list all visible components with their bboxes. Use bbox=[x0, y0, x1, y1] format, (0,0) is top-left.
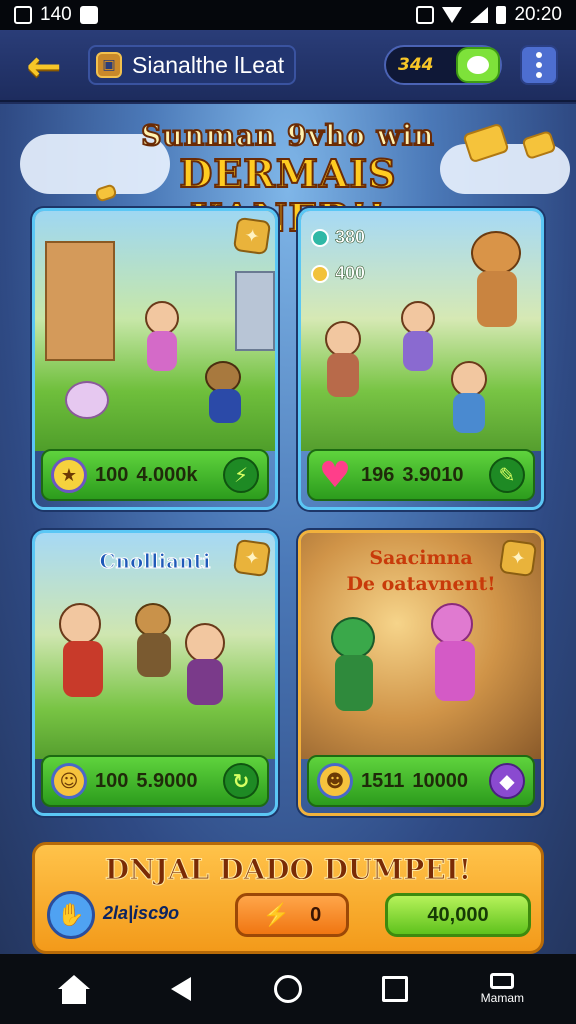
top-stat-row: 400 bbox=[311, 263, 365, 284]
signal-icon bbox=[470, 7, 489, 23]
card-stat-bar: ☻ 1511 10000 ◆ bbox=[307, 755, 535, 807]
gem-icon bbox=[311, 228, 329, 247]
card-stat-bar: ☺ 100 5.9000 ↻ bbox=[41, 755, 269, 807]
mute-icon bbox=[416, 6, 435, 24]
card-stat-bar: ★ 100 4.000k ⚡ bbox=[41, 449, 269, 501]
app-header: ← ▣ Sianalthe lLeat 344 bbox=[0, 30, 576, 102]
card-stat-a: 100 bbox=[95, 463, 129, 486]
coin-icon bbox=[311, 264, 329, 283]
reward-card[interactable]: Saacimna De oatavnent! ✦ ☻ 1511 10000 ◆ bbox=[298, 530, 544, 816]
daily-deal-banner: DNJAL DADO DUMPEI! ✋ 2la|isc9o ⚡ 0 40,00… bbox=[32, 842, 544, 954]
building-decoration bbox=[235, 271, 275, 351]
buy-button[interactable]: 40,000 bbox=[385, 893, 531, 937]
back-button[interactable]: ← bbox=[18, 40, 70, 90]
system-nav-bar: Mamam bbox=[0, 954, 576, 1024]
nav-back-button[interactable] bbox=[151, 964, 211, 1014]
circle-icon bbox=[273, 975, 302, 1003]
title-box: ▣ Sianalthe lLeat bbox=[88, 45, 297, 85]
heart-icon: ♥ bbox=[318, 454, 352, 496]
menu-icon bbox=[490, 973, 515, 989]
dot-icon bbox=[536, 52, 542, 58]
headline-line-1: Sunman 9vho win bbox=[140, 119, 435, 153]
battery-icon bbox=[496, 6, 507, 24]
chat-bubble-icon bbox=[467, 56, 489, 74]
wifi-icon bbox=[442, 7, 463, 23]
star-badge-icon: ✦ bbox=[232, 216, 272, 256]
buy-price: 40,000 bbox=[427, 903, 489, 926]
event-headline: Sunman 9vho win DERMAIS KANER!! bbox=[120, 119, 456, 241]
reward-card[interactable]: Cnollianti ✦ ☺ 100 5.9000 ↻ bbox=[32, 530, 278, 816]
nav-menu-label: Mamam bbox=[480, 991, 525, 1005]
energy-button[interactable]: ⚡ 0 bbox=[235, 893, 349, 937]
coin-count: 344 bbox=[398, 55, 434, 75]
card-stat-bar: ♥ 196 3.9010 ✎ bbox=[307, 449, 535, 501]
status-time-right: 20:20 bbox=[514, 4, 562, 25]
swirl-icon[interactable]: ↻ bbox=[223, 763, 259, 799]
home-icon bbox=[57, 974, 90, 989]
banner-title: DNJAL DADO DUMPEI! bbox=[104, 853, 472, 887]
card-stat-b: 3.9010 bbox=[402, 463, 464, 486]
card-stat-a: 1511 bbox=[361, 769, 405, 792]
card-title-line-2: De oatavnent! bbox=[346, 573, 496, 595]
nav-home-circle-button[interactable] bbox=[258, 964, 318, 1014]
status-time-left: 140 bbox=[40, 4, 72, 25]
currency-display[interactable]: 344 bbox=[384, 45, 502, 85]
card-stat-b: 4.000k bbox=[136, 463, 198, 486]
card-stat-a: 100 bbox=[95, 769, 129, 792]
back-icon bbox=[170, 977, 191, 1001]
top-stat-1: 380 bbox=[335, 227, 366, 248]
smiley-icon: ☺ bbox=[51, 763, 87, 799]
card-stat-b: 5.9000 bbox=[136, 769, 198, 792]
energy-value: 0 bbox=[310, 903, 322, 926]
square-icon bbox=[382, 976, 409, 1002]
dot-icon bbox=[536, 72, 542, 78]
card-stat-a: 196 bbox=[361, 463, 395, 486]
star-badge-icon: ✦ bbox=[498, 538, 538, 578]
lightning-icon: ⚡ bbox=[262, 902, 291, 927]
pencil-icon[interactable]: ✎ bbox=[489, 457, 525, 493]
star-badge-icon: ✦ bbox=[232, 538, 272, 578]
nav-menu-button[interactable]: Mamam bbox=[472, 964, 532, 1014]
dot-icon bbox=[536, 62, 542, 68]
nav-home-button[interactable] bbox=[44, 964, 104, 1014]
picture-icon bbox=[14, 6, 32, 24]
chat-button[interactable] bbox=[456, 47, 500, 83]
smiley-icon: ☻ bbox=[317, 763, 353, 799]
top-stat-2: 400 bbox=[335, 263, 366, 284]
reward-card[interactable]: ✦ ★ 100 4.000k ⚡ bbox=[32, 208, 278, 510]
game-icon: ▣ bbox=[96, 52, 122, 78]
trophy-icon: ★ bbox=[51, 457, 87, 493]
back-arrow-icon: ← bbox=[26, 40, 62, 90]
crystal-icon[interactable]: ◆ bbox=[489, 763, 525, 799]
reward-card[interactable]: 380 400 ♥ 196 3.9010 ✎ bbox=[298, 208, 544, 510]
card-artwork: 380 400 bbox=[301, 211, 541, 451]
status-bar: 140 20:20 bbox=[0, 0, 576, 30]
page-title: Sianalthe lLeat bbox=[132, 51, 285, 78]
hand-icon: ✋ bbox=[47, 891, 95, 939]
home-icon-body bbox=[61, 987, 86, 1004]
notification-icon bbox=[79, 6, 98, 24]
top-stat-row: 380 bbox=[311, 227, 365, 248]
nav-recents-button[interactable] bbox=[365, 964, 425, 1014]
banner-label: 2la|isc9o bbox=[103, 903, 180, 923]
lightning-icon[interactable]: ⚡ bbox=[223, 457, 259, 493]
building-decoration bbox=[45, 241, 115, 361]
card-stat-b: 10000 bbox=[412, 769, 469, 792]
more-options-button[interactable] bbox=[520, 45, 558, 85]
